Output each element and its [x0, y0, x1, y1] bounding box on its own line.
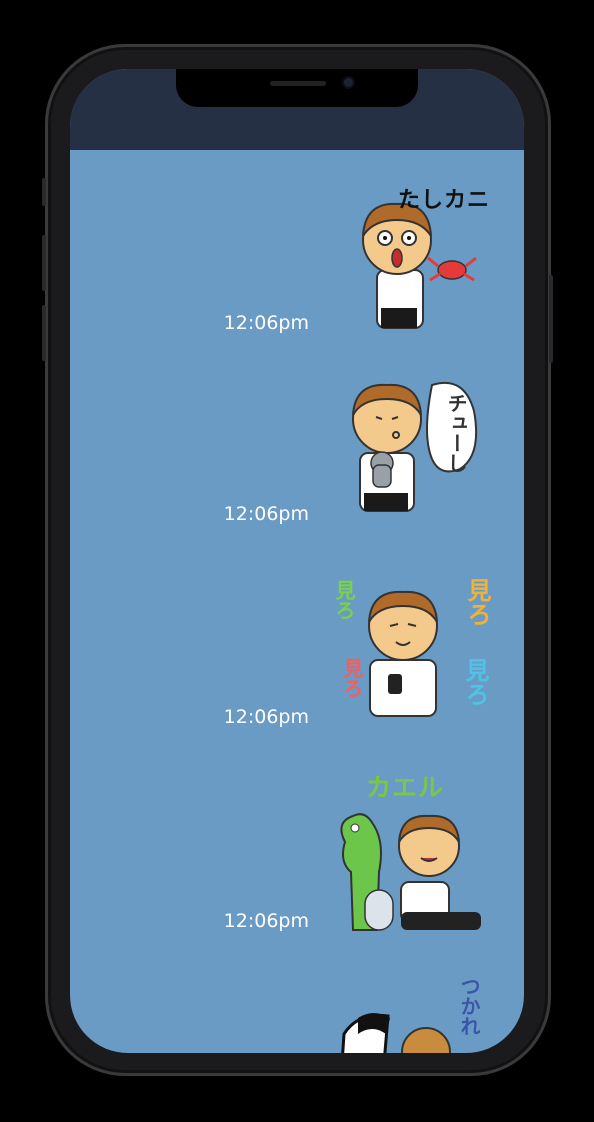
timestamp: 12:06pm — [223, 312, 309, 334]
volume-up-button — [42, 235, 46, 291]
chat-area[interactable]: たしカニ 12:06pm チューし 12:06pm 見ろ 見ろ 見ろ 見ろ 12… — [70, 150, 524, 1053]
sticker-text: カエル — [366, 773, 445, 802]
sticker-text-left-top: 見ろ — [332, 580, 356, 620]
sticker-speech-text: チューし — [444, 393, 468, 473]
screen: たしカニ 12:06pm チューし 12:06pm 見ろ 見ろ 見ろ 見ろ 12… — [70, 69, 524, 1053]
sticker-text: たしカニ — [398, 188, 491, 213]
mute-switch — [42, 178, 46, 206]
sticker-text-right-top: 見ろ — [463, 578, 491, 626]
sticker-text-left-bottom: 見ろ — [340, 658, 364, 698]
front-camera — [344, 78, 353, 87]
notch — [176, 69, 418, 107]
chat-message: カエル 12:06pm — [70, 762, 524, 947]
chat-message: たしカニ 12:06pm — [70, 172, 524, 342]
timestamp: 12:06pm — [223, 706, 309, 728]
sticker-image[interactable] — [325, 802, 495, 932]
timestamp: 12:06pm — [223, 503, 309, 525]
volume-down-button — [42, 305, 46, 361]
chat-message: 見ろ 見ろ 見ろ 見ろ 12:06pm — [70, 560, 524, 740]
sticker-text: つかれ — [457, 976, 481, 1036]
earpiece-speaker — [270, 81, 326, 86]
sticker-image[interactable] — [338, 994, 458, 1053]
power-button — [549, 275, 553, 363]
timestamp: 12:06pm — [223, 910, 309, 932]
chat-message: つかれ — [70, 976, 524, 1053]
chat-message: チューし 12:06pm — [70, 365, 524, 535]
sticker-text-right-bottom: 見ろ — [461, 658, 489, 706]
